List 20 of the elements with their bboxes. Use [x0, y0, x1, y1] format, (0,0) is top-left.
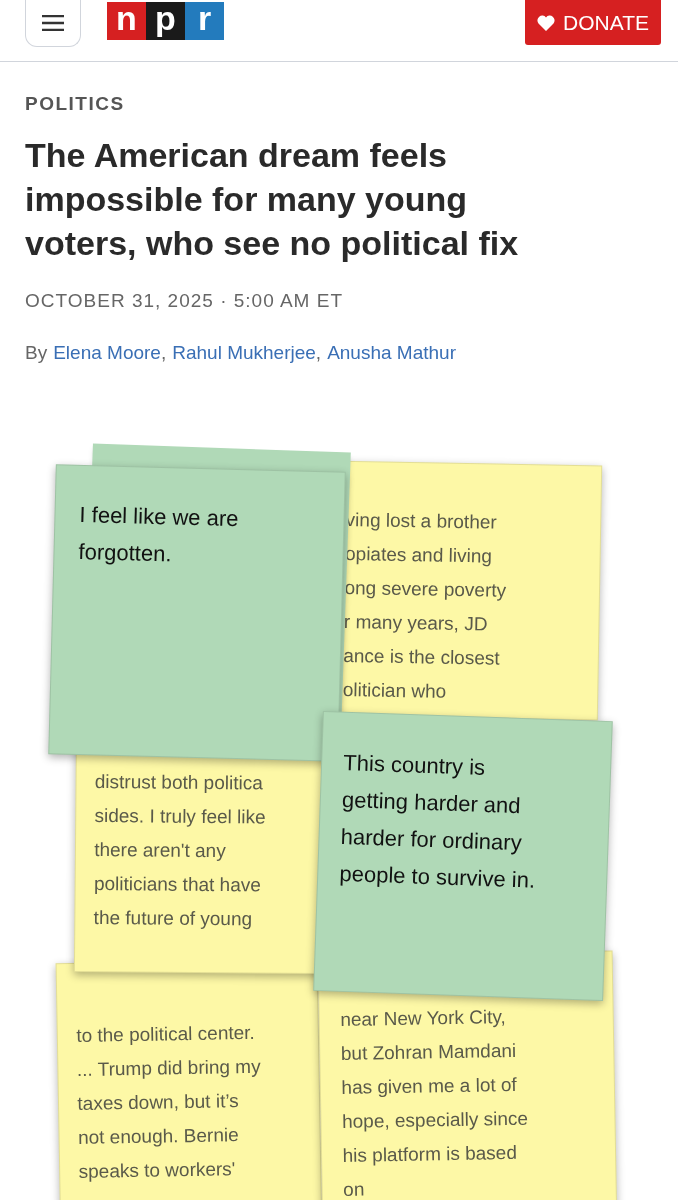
note-text: near New York City, but Zohran Mamdani has given me a lot of hope, especially since his platform is based on: [340, 1004, 530, 1200]
note-text: This country is getting harder and harder for ordinary people to survive in.: [338, 748, 537, 895]
author-link[interactable]: Elena Moore: [53, 339, 161, 368]
comma: ,: [160, 341, 167, 365]
menu-icon: [42, 15, 64, 31]
comma: ,: [315, 341, 322, 365]
section-label[interactable]: POLITICS: [25, 90, 653, 119]
note-text: distrust both politica sides. I truly feel like there aren't any politicians that have the future of young: [93, 769, 267, 932]
author-link[interactable]: Rahul Mukherjee: [172, 339, 316, 368]
dateline: OCTOBER 31, 2025 · 5:00 AM ET: [25, 288, 344, 313]
byline-label: By: [25, 341, 48, 365]
author-link[interactable]: Anusha Mathur: [327, 339, 456, 368]
note-text: to the political center. ... Trump did bring my taxes down, but it’s not enough. Bernie speaks to workers': [76, 1020, 262, 1184]
npr-logo[interactable]: n p r: [107, 2, 224, 40]
menu-button[interactable]: [25, 0, 81, 47]
donate-button[interactable]: DONATE: [525, 0, 661, 45]
note-text: I feel like we are forgotten.: [78, 500, 239, 568]
heart-icon: [537, 14, 556, 31]
note-text: ving lost a brother opiates and living ong severe poverty r many years, JD ance is the closest olitician who: [342, 507, 508, 704]
headline: The American dream feels impossible for many young voters, who see no political fix: [25, 134, 520, 264]
